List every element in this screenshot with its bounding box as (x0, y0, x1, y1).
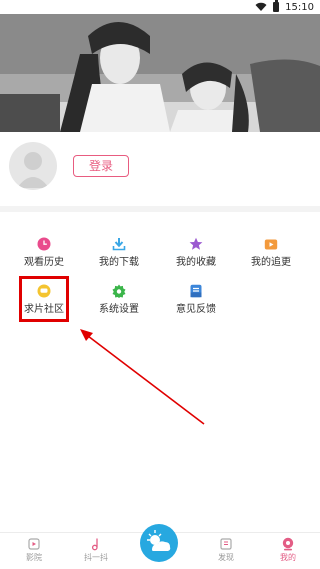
tab-shake[interactable]: 抖一抖 (66, 537, 126, 563)
battery-icon (273, 0, 280, 12)
menu-item-settings[interactable]: 系统设置 (84, 284, 154, 316)
menu-item-downloads[interactable]: 我的下载 (84, 237, 154, 269)
music-note-icon (91, 538, 98, 551)
menu-item-label: 系统设置 (99, 304, 139, 315)
section-divider (0, 206, 320, 212)
mail-icon (190, 284, 202, 298)
menu-item-feedback[interactable]: 意见反馈 (161, 284, 231, 316)
user-placeholder-icon (17, 152, 49, 188)
wifi-icon (255, 2, 267, 11)
menu-item-label: 我的追更 (251, 257, 291, 268)
menu-item-label: 观看历史 (24, 257, 64, 268)
login-button[interactable]: 登录 (73, 155, 129, 177)
download-icon (112, 238, 126, 251)
tab-label: 发现 (218, 553, 234, 562)
status-time: 15:10 (285, 1, 314, 13)
star-icon (189, 237, 203, 250)
tab-label: 影院 (26, 553, 42, 562)
profile-banner-image (0, 14, 320, 132)
menu-item-watch-history[interactable]: 观看历史 (9, 237, 79, 269)
menu-item-following[interactable]: 我的追更 (236, 237, 306, 269)
weather-icon (147, 530, 171, 551)
tab-label: 我的 (280, 553, 296, 562)
tv-icon (264, 239, 278, 250)
cinema-icon (28, 538, 40, 550)
menu-item-label: 我的下载 (99, 257, 139, 268)
avatar[interactable] (9, 142, 57, 190)
profile-section: 登录 (0, 132, 320, 206)
tab-mine[interactable]: 我的 (258, 537, 318, 563)
center-weather-button[interactable] (140, 524, 178, 562)
tab-discover[interactable]: 发现 (196, 537, 256, 563)
tab-label: 抖一抖 (84, 553, 108, 562)
clock-icon (37, 237, 51, 251)
menu-item-label: 意见反馈 (176, 304, 216, 315)
menu-item-label: 我的收藏 (176, 257, 216, 268)
tab-cinema[interactable]: 影院 (4, 537, 64, 563)
gear-icon (112, 284, 126, 298)
highlight-box (19, 276, 69, 322)
menu-item-favorites[interactable]: 我的收藏 (161, 237, 231, 269)
status-bar: 15:10 (0, 0, 320, 14)
discover-icon (220, 538, 232, 550)
profile-icon (282, 537, 294, 551)
